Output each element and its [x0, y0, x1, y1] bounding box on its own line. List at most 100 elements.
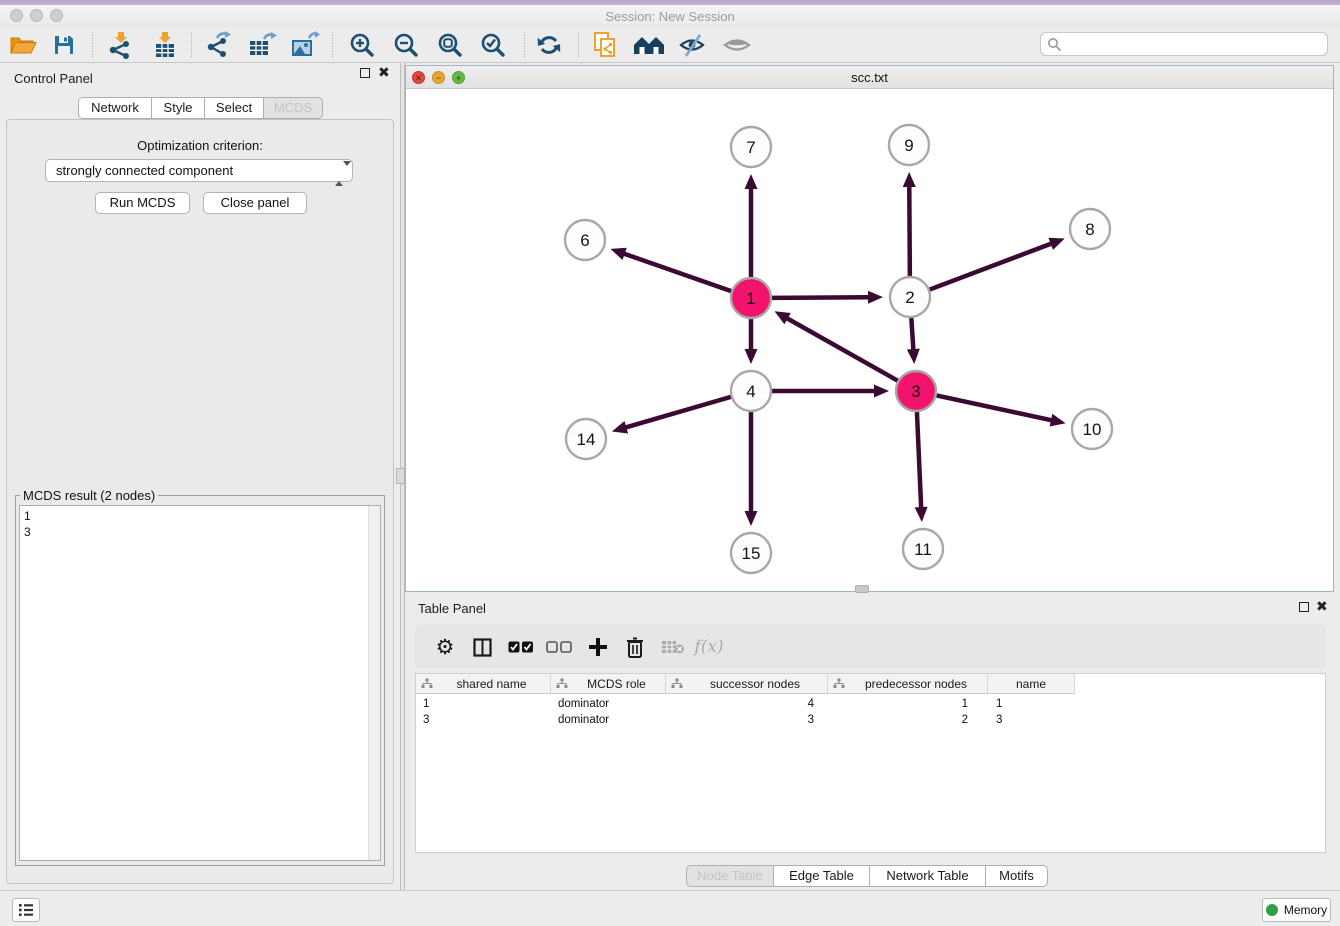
control-panel-close-icon[interactable]: ✖ — [378, 66, 391, 79]
tab-motifs[interactable]: Motifs — [986, 865, 1048, 887]
graph-edge-3-11[interactable] — [917, 412, 921, 509]
tab-edge-table[interactable]: Edge Table — [774, 865, 870, 887]
graph-edge-arrowhead — [1050, 414, 1066, 427]
optimization-criterion-select[interactable]: strongly connected component — [45, 159, 353, 182]
col-mcds-role[interactable]: MCDS role — [551, 674, 666, 694]
import-network-icon[interactable] — [102, 30, 138, 60]
optimization-criterion-label: Optimization criterion: — [7, 138, 393, 153]
graph-node-label-11: 11 — [914, 540, 932, 559]
mcds-result-text: 1 3 — [24, 508, 31, 540]
graph-node-label-10: 10 — [1083, 420, 1102, 439]
graph-edge-2-9[interactable] — [909, 185, 910, 276]
network-canvas[interactable]: 7968124314101511 — [406, 89, 1333, 591]
graph-edge-4-14[interactable] — [624, 397, 730, 428]
mcds-panel: Optimization criterion: strongly connect… — [6, 119, 394, 884]
graph-edge-arrowhead — [612, 421, 628, 433]
open-session-icon[interactable] — [5, 30, 41, 60]
col-successor-nodes[interactable]: successor nodes — [666, 674, 828, 694]
toolbar-separator — [191, 32, 192, 57]
export-network-icon[interactable] — [200, 30, 236, 60]
mcds-result-area[interactable]: 1 3 — [19, 505, 381, 861]
tab-node-table[interactable]: Node Table — [686, 865, 774, 887]
col-predecessor-nodes[interactable]: predecessor nodes — [828, 674, 988, 694]
tab-style[interactable]: Style — [152, 97, 205, 119]
graph-edge-2-8[interactable] — [930, 243, 1053, 289]
control-panel-tabs: Network Style Select MCDS — [0, 97, 400, 119]
table-panel-title: Table Panel — [418, 601, 486, 616]
table-panel-float-icon[interactable] — [1299, 602, 1312, 615]
tab-network-table[interactable]: Network Table — [870, 865, 986, 887]
delete-row-icon[interactable] — [618, 632, 652, 662]
graph-node-label-14: 14 — [577, 430, 596, 449]
toolbar-separator — [524, 32, 525, 57]
import-table-icon[interactable] — [147, 30, 183, 60]
hide-selected-icon[interactable] — [674, 30, 710, 60]
zoom-fit-icon[interactable] — [432, 30, 468, 60]
graph-node-label-8: 8 — [1085, 220, 1094, 239]
graph-node-label-1: 1 — [746, 289, 755, 308]
add-row-icon[interactable] — [581, 632, 615, 662]
col-name[interactable]: name — [988, 674, 1075, 694]
toolbar-separator — [578, 32, 579, 57]
tab-select[interactable]: Select — [205, 97, 264, 119]
panel-divider-grip[interactable] — [396, 468, 405, 484]
deselect-all-icon[interactable] — [542, 632, 576, 662]
list-icon — [18, 903, 34, 917]
columns-icon[interactable] — [465, 632, 499, 662]
home-networks-icon[interactable] — [631, 30, 667, 60]
table-panel-tabs: Node Table Edge Table Network Table Moti… — [405, 865, 1334, 887]
search-input[interactable] — [1040, 32, 1328, 56]
node-table[interactable]: shared name MCDS role successor — [415, 673, 1326, 853]
refresh-icon[interactable] — [531, 30, 567, 60]
col-shared-name[interactable]: shared name — [416, 674, 551, 694]
graph-node-label-7: 7 — [746, 138, 755, 157]
network-window-titlebar[interactable]: ✕ − + scc.txt — [406, 66, 1333, 89]
network-table-divider-grip[interactable] — [855, 585, 869, 593]
hierarchy-icon — [833, 678, 845, 689]
app-title: Session: New Session — [0, 9, 1340, 24]
zoom-selected-icon[interactable] — [475, 30, 511, 60]
status-bar: Memory — [0, 890, 1340, 926]
graph-edge-arrowhead — [610, 248, 626, 260]
hierarchy-icon — [556, 678, 568, 689]
export-image-icon[interactable] — [287, 30, 323, 60]
table-toolbar: ⚙ — [415, 625, 1326, 668]
graph-node-label-4: 4 — [746, 382, 755, 401]
run-mcds-button[interactable]: Run MCDS — [95, 192, 190, 214]
memory-status-icon — [1266, 904, 1278, 916]
graph-edge-2-3[interactable] — [911, 318, 913, 351]
tab-mcds[interactable]: MCDS — [264, 97, 323, 119]
graph-edge-1-6[interactable] — [623, 253, 731, 291]
close-panel-button[interactable]: Close panel — [203, 192, 307, 214]
memory-label: Memory — [1284, 903, 1327, 917]
app-titlebar: Session: New Session — [0, 0, 1340, 29]
hierarchy-icon — [671, 678, 683, 689]
control-panel-float-icon[interactable] — [360, 68, 373, 81]
task-history-button[interactable] — [12, 898, 40, 922]
graph-edge-arrowhead — [907, 349, 920, 364]
graph-node-label-6: 6 — [580, 231, 589, 250]
toolbar-separator — [92, 32, 93, 57]
network-window: ✕ − + scc.txt 7968124314101511 — [405, 65, 1334, 592]
zoom-out-icon[interactable] — [388, 30, 424, 60]
delete-table-icon — [656, 632, 690, 662]
settings-gear-icon[interactable]: ⚙ — [428, 632, 462, 662]
mcds-result-scrollbar[interactable] — [368, 506, 380, 860]
show-all-icon[interactable] — [719, 30, 755, 60]
zoom-in-icon[interactable] — [344, 30, 380, 60]
memory-button[interactable]: Memory — [1262, 898, 1331, 922]
save-session-icon[interactable] — [46, 30, 82, 60]
export-table-icon[interactable] — [244, 30, 280, 60]
graph-edge-arrowhead — [745, 511, 758, 526]
graph-edge-3-1[interactable] — [786, 318, 898, 381]
graph-edge-3-10[interactable] — [937, 395, 1053, 420]
graph-node-label-2: 2 — [905, 288, 914, 307]
control-panel-header: Control Panel ✖ — [0, 62, 400, 92]
graph-edge-1-2[interactable] — [772, 297, 870, 298]
table-panel: Table Panel ✖ ⚙ — [405, 595, 1334, 888]
tab-network[interactable]: Network — [78, 97, 152, 119]
select-all-icon[interactable] — [504, 632, 538, 662]
table-panel-close-icon[interactable]: ✖ — [1316, 600, 1329, 613]
duplicate-network-icon[interactable] — [587, 30, 623, 60]
graph-edge-arrowhead — [915, 507, 928, 522]
